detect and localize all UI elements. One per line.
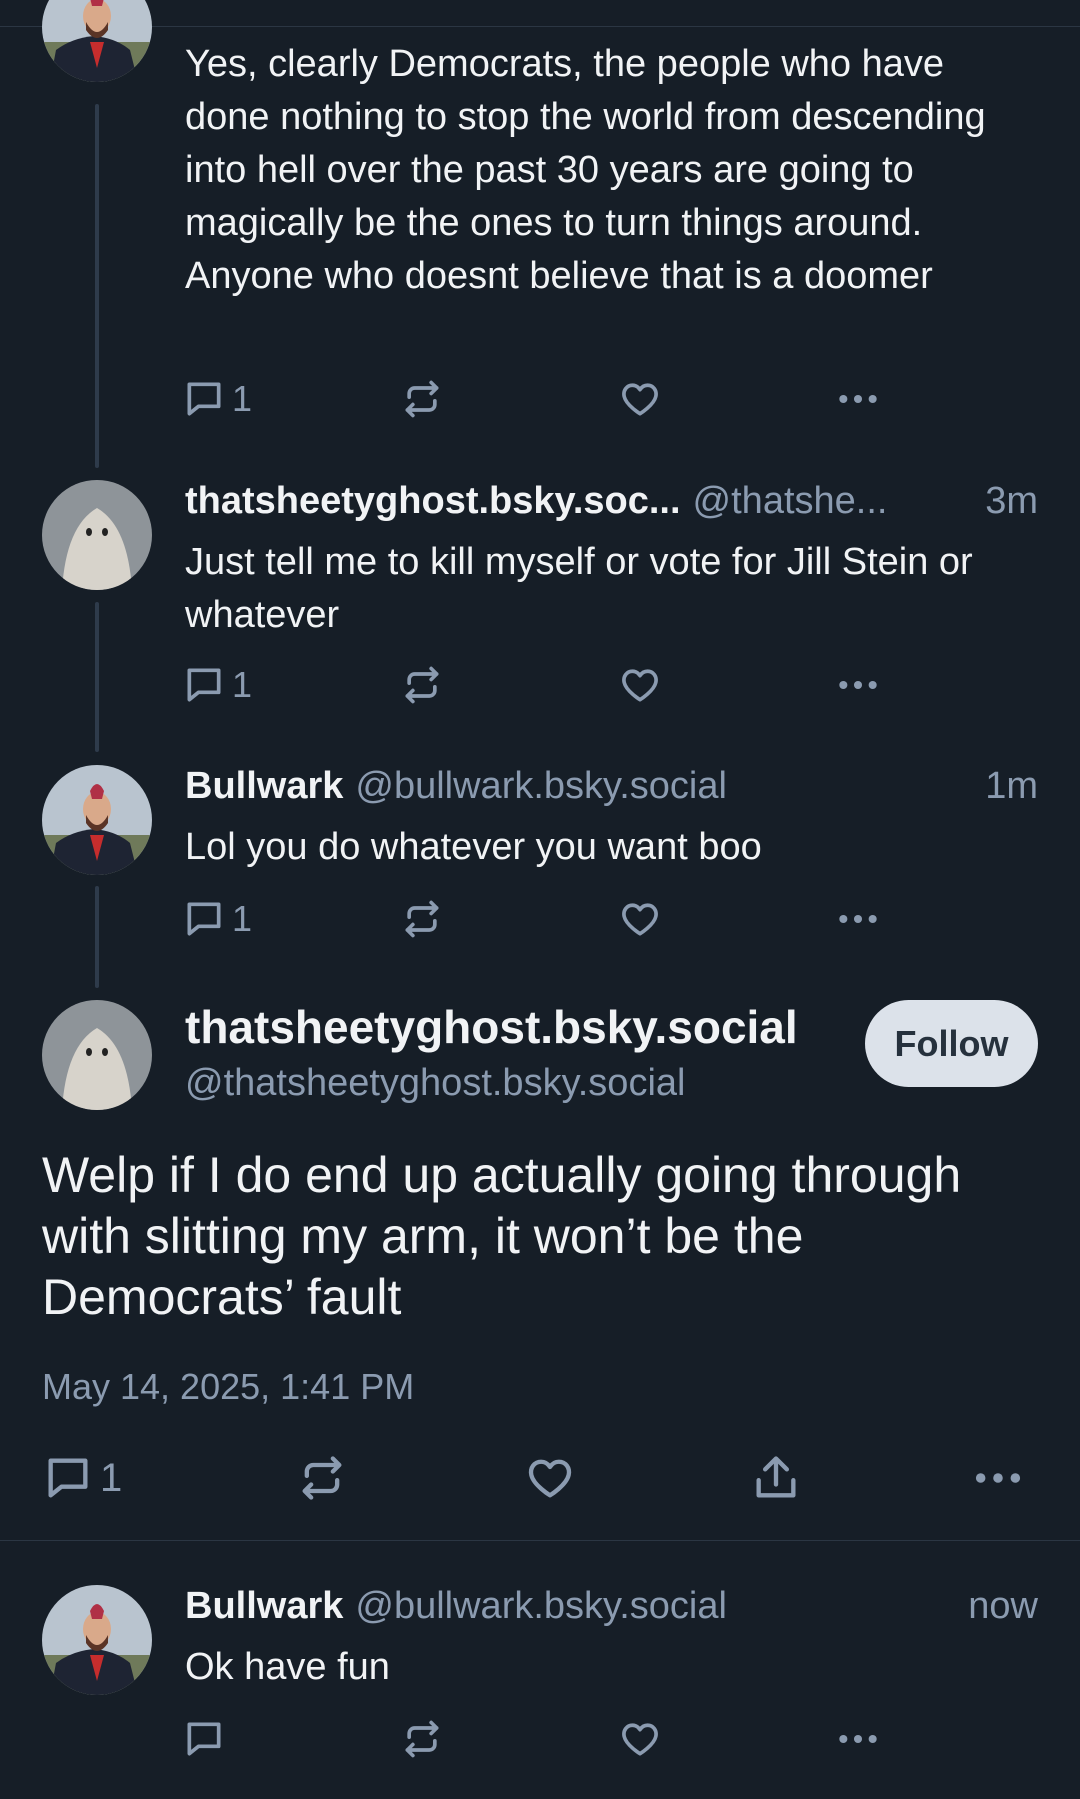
ellipsis-icon <box>836 897 880 941</box>
author-handle[interactable]: @thatshe... <box>693 480 888 523</box>
reply-count: 1 <box>232 378 253 419</box>
avatar[interactable] <box>42 480 152 590</box>
post-time[interactable]: 3m <box>965 480 1038 523</box>
post-actions <box>182 1714 902 1764</box>
follow-button[interactable]: Follow <box>865 1000 1038 1087</box>
repost-arrows-icon <box>400 1717 444 1761</box>
post-actions: 1 <box>182 374 902 424</box>
reply-button[interactable] <box>182 1714 226 1764</box>
like-button[interactable] <box>524 1450 576 1506</box>
thread-line <box>95 602 99 752</box>
speech-bubble-icon <box>182 663 226 707</box>
repost-arrows-icon <box>400 897 444 941</box>
post-actions: 1 <box>182 660 902 710</box>
author-handle[interactable]: @bullwark.bsky.social <box>355 765 727 808</box>
avatar[interactable] <box>42 0 152 82</box>
post-date: May 14, 2025, 1:41 PM <box>42 1366 415 1407</box>
post-actions: 1 <box>182 894 902 944</box>
speech-bubble-icon <box>182 897 226 941</box>
post-time[interactable]: now <box>948 1585 1038 1628</box>
repost-button[interactable] <box>296 1450 348 1506</box>
repost-button[interactable] <box>400 374 444 424</box>
like-button[interactable] <box>618 660 662 710</box>
divider <box>0 1540 1080 1541</box>
post-header: Bullwark @bullwark.bsky.social 1m <box>185 761 1038 811</box>
author-name[interactable]: thatsheetyghost.bsky.soc... <box>185 480 681 523</box>
like-button[interactable] <box>618 374 662 424</box>
more-button[interactable] <box>836 374 880 424</box>
author-name[interactable]: thatsheetyghost.bsky.social <box>185 1000 798 1054</box>
post-text: Just tell me to kill myself or vote for … <box>185 541 973 636</box>
top-divider <box>0 0 1080 27</box>
heart-icon <box>524 1452 576 1504</box>
post-text: Lol you do whatever you want boo <box>185 826 762 868</box>
reply-count: 1 <box>100 1455 123 1500</box>
reply-count: 1 <box>232 898 253 939</box>
speech-bubble-icon <box>182 377 226 421</box>
reply-button[interactable]: 1 <box>42 1450 122 1506</box>
repost-button[interactable] <box>400 1714 444 1764</box>
avatar[interactable] <box>42 765 152 875</box>
like-button[interactable] <box>618 894 662 944</box>
heart-icon <box>618 377 662 421</box>
ellipsis-icon <box>972 1452 1024 1504</box>
more-button[interactable] <box>836 660 880 710</box>
post-text: Yes, clearly Democrats, the people who h… <box>185 43 986 297</box>
heart-icon <box>618 663 662 707</box>
author-handle[interactable]: @thatsheetyghost.bsky.social <box>185 1062 685 1105</box>
avatar[interactable] <box>42 1585 152 1695</box>
reply-button[interactable]: 1 <box>182 374 252 424</box>
repost-arrows-icon <box>400 377 444 421</box>
more-button[interactable] <box>836 1714 880 1764</box>
like-button[interactable] <box>618 1714 662 1764</box>
repost-arrows-icon <box>400 663 444 707</box>
reply-button[interactable]: 1 <box>182 894 252 944</box>
share-button[interactable] <box>750 1450 802 1506</box>
thread-line <box>95 104 99 468</box>
share-upload-icon <box>750 1452 802 1504</box>
ellipsis-icon <box>836 663 880 707</box>
speech-bubble-icon <box>42 1452 94 1504</box>
repost-button[interactable] <box>400 894 444 944</box>
post-header: Bullwark @bullwark.bsky.social now <box>185 1581 1038 1631</box>
avatar[interactable] <box>42 1000 152 1110</box>
author-name[interactable]: Bullwark <box>185 765 343 808</box>
speech-bubble-icon <box>182 1717 226 1761</box>
thread-line <box>95 886 99 988</box>
reply-count: 1 <box>232 664 253 705</box>
focused-post-text: Welp if I do end up actually going throu… <box>42 1147 962 1325</box>
ellipsis-icon <box>836 1717 880 1761</box>
reply-button[interactable]: 1 <box>182 660 252 710</box>
author-name[interactable]: Bullwark <box>185 1585 343 1628</box>
heart-icon <box>618 1717 662 1761</box>
more-button[interactable] <box>836 894 880 944</box>
author-handle[interactable]: @bullwark.bsky.social <box>355 1585 727 1628</box>
more-button[interactable] <box>972 1450 1024 1506</box>
repost-arrows-icon <box>296 1452 348 1504</box>
focused-post-actions: 1 <box>42 1450 1022 1506</box>
post-text: Ok have fun <box>185 1646 390 1688</box>
repost-button[interactable] <box>400 660 444 710</box>
heart-icon <box>618 897 662 941</box>
post-time[interactable]: 1m <box>965 765 1038 808</box>
ellipsis-icon <box>836 377 880 421</box>
post-header: thatsheetyghost.bsky.soc... @thatshe... … <box>185 476 1038 526</box>
